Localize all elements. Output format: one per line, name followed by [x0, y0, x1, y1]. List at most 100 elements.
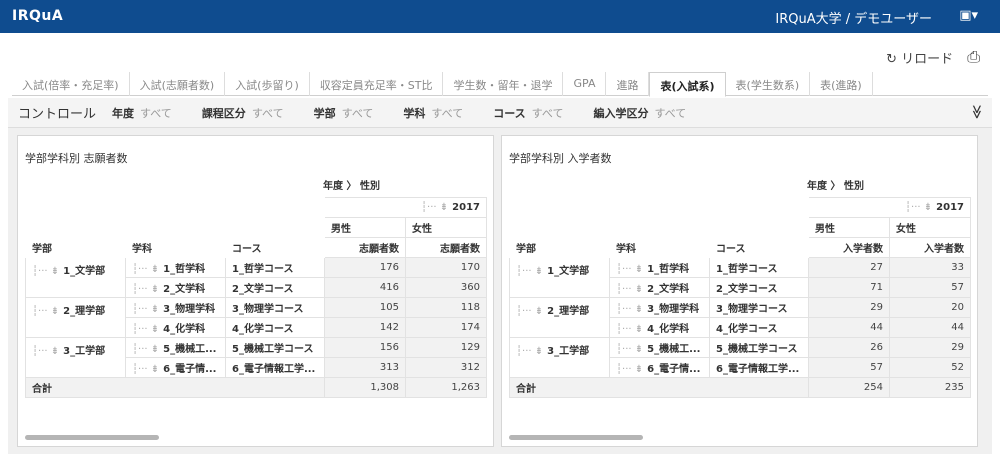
department-cell[interactable]: ┆··· ⇟ 3_物理学科	[609, 297, 710, 318]
tree-expand-icon[interactable]: ┆··· ⇟	[132, 324, 159, 335]
table-row: ┆··· ⇟ 3_工学部 ┆··· ⇟ 5_機械工... 5_機械工学コース 156 129	[25, 337, 487, 378]
course-cell: 6_電子情報工学...	[225, 357, 325, 378]
table-row: ┆··· ⇟ 1_文学部 ┆··· ⇟ 1_哲学科 1_哲学コース 27 33	[509, 257, 971, 298]
faculty-cell[interactable]: ┆··· ⇟ 1_文学部	[25, 257, 126, 298]
tree-expand-icon[interactable]: ┆··· ⇟	[132, 364, 159, 375]
tab-students[interactable]: 学生数・留年・退学	[443, 72, 564, 96]
tree-expand-icon[interactable]: ┆··· ⇟	[32, 266, 59, 277]
tab-career[interactable]: 進路	[606, 72, 650, 96]
pivot-axis-label: 年度 〉 性別	[807, 181, 864, 192]
filter-year[interactable]: 年度 すべて	[112, 105, 172, 121]
tree-expand-icon[interactable]: ┆··· ⇟	[616, 264, 643, 275]
filter-course[interactable]: コース すべて	[493, 105, 563, 121]
course-cell: 6_電子情報工学...	[709, 357, 809, 378]
tree-expand-icon[interactable]: ┆··· ⇟	[32, 306, 59, 317]
department-cell[interactable]: ┆··· ⇟ 5_機械工...	[609, 337, 710, 358]
filter-department[interactable]: 学科 すべて	[403, 105, 463, 121]
tree-expand-icon[interactable]: ┆··· ⇟	[132, 304, 159, 315]
tab-nyushi-bairitsu[interactable]: 入試(倍率・充足率)	[12, 72, 130, 96]
gender-header: 女性	[889, 217, 971, 238]
tree-expand-icon[interactable]: ┆··· ⇟	[616, 324, 643, 335]
tree-expand-icon[interactable]: ┆··· ⇟	[616, 304, 643, 315]
tab-nyushi-shigansha[interactable]: 入試(志願者数)	[130, 72, 226, 96]
horizontal-scrollbar[interactable]	[509, 435, 643, 440]
tree-expand-icon[interactable]: ┆··· ⇟	[516, 346, 543, 357]
value-cell-male: 71	[808, 277, 890, 298]
filter-transfer[interactable]: 編入学区分 すべて	[593, 105, 686, 121]
collapse-icon[interactable]: ≫	[969, 105, 985, 120]
course-cell: 5_機械工学コース	[225, 337, 325, 358]
department-cell[interactable]: ┆··· ⇟ 3_物理学科	[125, 297, 226, 318]
col-header-department: 学科	[132, 244, 152, 255]
faculty-label: 3_工学部	[547, 346, 590, 357]
faculty-label: 2_理学部	[547, 306, 590, 317]
col-header-course: コース	[716, 244, 746, 255]
value-cell-female: 360	[405, 277, 487, 298]
faculty-cell[interactable]: ┆··· ⇟ 2_理学部	[25, 297, 126, 338]
tree-expand-icon[interactable]: ┆··· ⇟	[616, 344, 643, 355]
department-cell[interactable]: ┆··· ⇟ 5_機械工...	[125, 337, 226, 358]
panel-title: 学部学科別 入学者数	[509, 152, 612, 165]
col-header-faculty: 学部	[516, 244, 536, 255]
tree-expand-icon[interactable]: ┆··· ⇟	[516, 266, 543, 277]
total-row: 合計 1,308 1,263	[25, 377, 487, 398]
department-cell[interactable]: ┆··· ⇟ 4_化学科	[609, 317, 710, 338]
department-cell[interactable]: ┆··· ⇟ 1_哲学科	[125, 257, 226, 278]
measure-header: 志願者数	[324, 237, 406, 258]
reload-button[interactable]: ↻ リロード	[886, 48, 953, 67]
tab-nyushi-budomari[interactable]: 入試(歩留り)	[225, 72, 310, 96]
department-cell[interactable]: ┆··· ⇟ 4_化学科	[125, 317, 226, 338]
tree-expand-icon[interactable]: ┆··· ⇟	[616, 284, 643, 295]
department-cell[interactable]: ┆··· ⇟ 1_哲学科	[609, 257, 710, 278]
tree-expand-icon[interactable]: ┆··· ⇟	[421, 202, 448, 213]
tree-expand-icon[interactable]: ┆··· ⇟	[132, 264, 159, 275]
value-cell-female: 33	[889, 257, 971, 278]
tree-expand-icon[interactable]: ┆··· ⇟	[616, 364, 643, 375]
horizontal-scrollbar[interactable]	[25, 435, 159, 440]
value-cell-male: 29	[808, 297, 890, 318]
tree-expand-icon[interactable]: ┆··· ⇟	[516, 306, 543, 317]
year-header[interactable]: ┆··· ⇟ 2017	[324, 197, 487, 218]
course-cell: 2_文学コース	[709, 277, 809, 298]
tab-table-admission[interactable]: 表(入試系)	[649, 72, 726, 97]
print-icon[interactable]: ⎙	[967, 47, 980, 67]
table-row: ┆··· ⇟ 2_理学部 ┆··· ⇟ 3_物理学科 3_物理学コース 29 20	[509, 297, 971, 338]
total-row: 合計 254 235	[509, 377, 971, 398]
user-menu[interactable]: IRQuA大学 / デモユーザー	[775, 8, 932, 27]
tree-expand-icon[interactable]: ┆··· ⇟	[132, 284, 159, 295]
department-cell[interactable]: ┆··· ⇟ 6_電子情...	[125, 357, 226, 378]
total-male: 254	[808, 377, 890, 398]
value-cell-female: 174	[405, 317, 487, 338]
total-label: 合計	[509, 377, 809, 398]
value-cell-female: 312	[405, 357, 487, 378]
department-label: 4_化学科	[163, 324, 206, 335]
department-cell[interactable]: ┆··· ⇟ 6_電子情...	[609, 357, 710, 378]
faculty-cell[interactable]: ┆··· ⇟ 3_工学部	[509, 337, 610, 378]
panel-applicants: 学部学科別 志願者数 年度 〉 性別 ┆··· ⇟ 2017 男性 女性 学部 学科 コース 志願…	[17, 135, 494, 447]
tab-gpa[interactable]: GPA	[563, 72, 607, 96]
filter-program[interactable]: 課程区分 すべて	[202, 105, 284, 121]
faculty-label: 1_文学部	[547, 266, 590, 277]
department-cell[interactable]: ┆··· ⇟ 2_文学科	[125, 277, 226, 298]
tab-table-students[interactable]: 表(学生数系)	[726, 72, 811, 96]
user-tools-icon[interactable]: ▣▾	[959, 8, 978, 23]
faculty-cell[interactable]: ┆··· ⇟ 1_文学部	[509, 257, 610, 298]
gender-header: 男性	[808, 217, 890, 238]
faculty-cell[interactable]: ┆··· ⇟ 2_理学部	[509, 297, 610, 338]
filter-value: すべて	[140, 106, 172, 120]
department-cell[interactable]: ┆··· ⇟ 2_文学科	[609, 277, 710, 298]
value-cell-female: 129	[405, 337, 487, 358]
gender-header: 男性	[324, 217, 406, 238]
tab-table-career[interactable]: 表(進路)	[810, 72, 873, 96]
col-header-department: 学科	[616, 244, 636, 255]
value-cell-female: 20	[889, 297, 971, 318]
tree-expand-icon[interactable]: ┆··· ⇟	[905, 202, 932, 213]
pivot-table: ┆··· ⇟ 2017 男性 女性 学部 学科 コース 入学者数 入学者数 ┆··· ⇟ 1_文学部…	[509, 197, 971, 398]
tree-expand-icon[interactable]: ┆··· ⇟	[32, 346, 59, 357]
faculty-cell[interactable]: ┆··· ⇟ 3_工学部	[25, 337, 126, 378]
tree-expand-icon[interactable]: ┆··· ⇟	[132, 344, 159, 355]
year-header[interactable]: ┆··· ⇟ 2017	[808, 197, 971, 218]
filter-faculty[interactable]: 学部 すべて	[314, 105, 374, 121]
gender-header: 女性	[405, 217, 487, 238]
tab-capacity-st[interactable]: 収容定員充足率・ST比	[310, 72, 444, 96]
